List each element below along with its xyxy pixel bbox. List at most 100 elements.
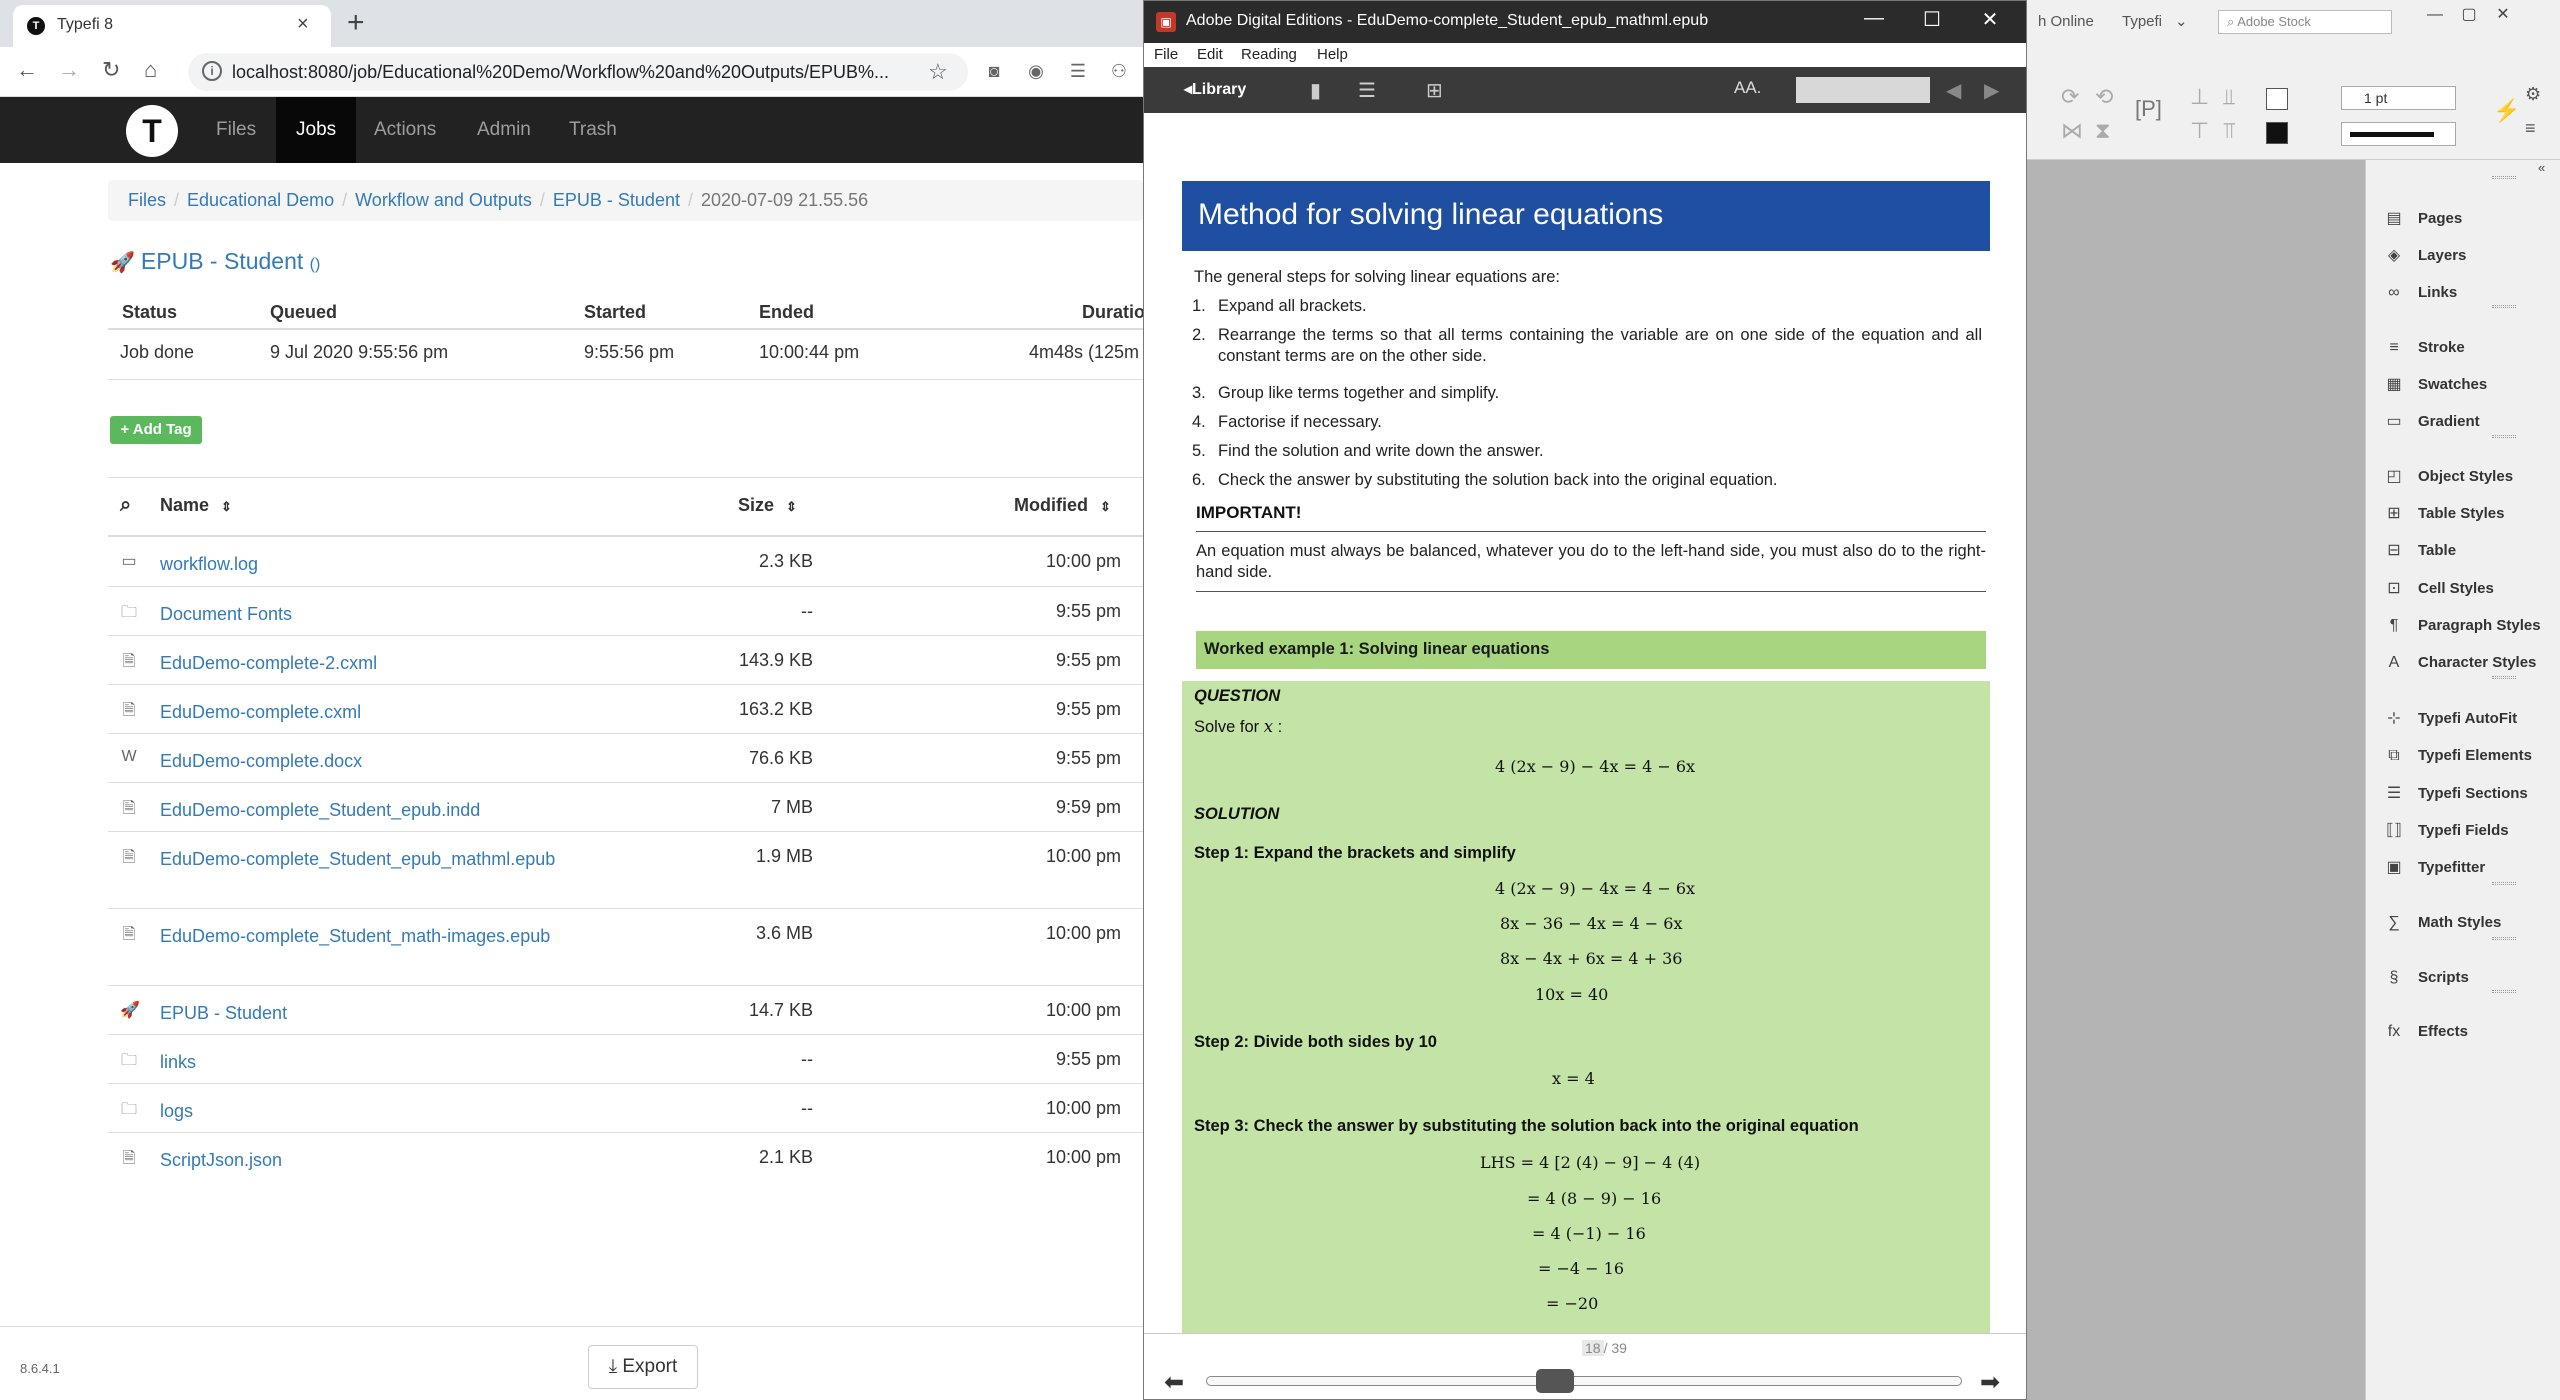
next-page-icon[interactable]: ➡ [1980, 1368, 2000, 1397]
file-name-link[interactable]: EPUB - Student [160, 1000, 680, 1027]
panel-layers[interactable]: ◈ Layers [2382, 241, 2557, 271]
panel-scripts[interactable]: § Scripts [2382, 963, 2557, 993]
file-name-link[interactable]: workflow.log [160, 551, 680, 578]
menu-icon[interactable]: ≡ [2525, 118, 2536, 139]
forward-icon[interactable]: → [58, 57, 80, 83]
search-icon[interactable]: ⌕ [120, 494, 131, 517]
breadcrumb-files[interactable]: Files [128, 190, 166, 210]
restore-icon[interactable]: ▢ [2455, 4, 2483, 26]
toc-list-icon[interactable]: ☰ [1358, 78, 1376, 103]
flip-icon[interactable]: ⋈ [2061, 118, 2083, 144]
file-name-link[interactable]: ScriptJson.json [160, 1147, 680, 1174]
back-icon[interactable]: ← [16, 57, 38, 83]
panel-stroke[interactable]: ≡ Stroke [2382, 333, 2557, 363]
typefi-logo[interactable]: T [126, 105, 178, 157]
breadcrumb-epub-student[interactable]: EPUB - Student [553, 190, 680, 210]
minimize-icon[interactable]: — [2421, 4, 2449, 26]
indesign-online-label[interactable]: h Online [2038, 13, 2094, 30]
rotate-icon[interactable]: ⟳ [2061, 84, 2079, 110]
panel-typefi-elements[interactable]: ⧉ Typefi Elements [2382, 741, 2557, 771]
text-frame-icon[interactable]: [P] [2135, 96, 2162, 122]
menu-help[interactable]: Help [1317, 46, 1348, 63]
home-icon[interactable]: ⌂ [144, 57, 157, 83]
maximize-icon[interactable]: ☐ [1917, 7, 1947, 32]
adobe-stock-search[interactable]: ⌕ Adobe Stock [2218, 10, 2392, 34]
file-name-link[interactable]: EduDemo-complete.cxml [160, 699, 680, 726]
ade-search-input[interactable] [1796, 77, 1930, 103]
file-name-link[interactable]: Document Fonts [160, 601, 680, 628]
panel-character-styles[interactable]: A Character Styles [2382, 648, 2557, 678]
url-field[interactable]: i localhost:8080/job/Educational%20Demo/… [188, 53, 968, 91]
nav-files[interactable]: Files [196, 97, 276, 163]
panel-typefitter[interactable]: ▣ Typefitter [2382, 853, 2557, 883]
table-row[interactable]: 🗎 ScriptJson.json 2.1 KB 10:00 pm [108, 1133, 1143, 1183]
align-bottom-icon[interactable]: ⊤ [2190, 118, 2209, 144]
distribute-bottom-icon[interactable]: ⫪ [2223, 118, 2235, 144]
gear-icon[interactable]: ⚙ [2525, 84, 2541, 105]
hourglass-icon[interactable]: ⧗ [2095, 118, 2110, 144]
panel-pages[interactable]: ▤ Pages [2382, 204, 2557, 234]
page-slider-track[interactable] [1206, 1376, 1962, 1386]
stroke-black-swatch[interactable] [2266, 122, 2288, 144]
search-prev-icon[interactable]: ◀ [1946, 78, 1961, 103]
search-next-icon[interactable]: ▶ [1984, 78, 1999, 103]
reader-extension-icon[interactable]: ☰ [1067, 61, 1089, 81]
rotate-ccw-icon[interactable]: ⟲ [2095, 84, 2113, 110]
stroke-weight-field[interactable]: 1 pt [2341, 86, 2456, 110]
bookmark-icon[interactable]: ▮ [1310, 78, 1321, 103]
nav-trash[interactable]: Trash [549, 97, 637, 163]
file-name-link[interactable]: EduDemo-complete_Student_math-images.epu… [160, 923, 572, 950]
file-name-link[interactable]: logs [160, 1098, 680, 1125]
star-icon[interactable]: ☆ [928, 59, 948, 85]
close-icon[interactable]: ✕ [2489, 4, 2517, 26]
collapse-panels-icon[interactable]: « [2538, 160, 2545, 175]
table-row[interactable]: 🗀 Document Fonts -- 9:55 pm [108, 587, 1143, 636]
panel-typefi-autofit[interactable]: ⊹ Typefi AutoFit [2382, 704, 2557, 734]
fill-none-swatch[interactable] [2266, 88, 2288, 110]
chevron-down-icon[interactable]: ⌄ [2175, 12, 2188, 30]
shield-extension-icon[interactable]: ◉ [1025, 61, 1047, 81]
close-icon[interactable]: ✕ [1975, 7, 2005, 32]
file-name-link[interactable]: EduDemo-complete.docx [160, 748, 680, 775]
file-name-link[interactable]: EduDemo-complete_Student_epub.indd [160, 797, 680, 824]
font-size-icon[interactable]: AA. [1734, 78, 1761, 98]
table-row[interactable]: W EduDemo-complete.docx 76.6 KB 9:55 pm [108, 734, 1143, 783]
panel-gradient[interactable]: ▭ Gradient [2382, 407, 2557, 437]
modified-header[interactable]: Modified ⇕ [1014, 495, 1111, 516]
nav-actions[interactable]: Actions [354, 97, 456, 163]
indesign-typefi-menu[interactable]: Typefi [2122, 13, 2162, 30]
browser-tab[interactable]: T Typefi 8 × [13, 5, 331, 47]
panel-object-styles[interactable]: ◰ Object Styles [2382, 462, 2557, 492]
stroke-type-select[interactable] [2341, 122, 2456, 146]
menu-edit[interactable]: Edit [1197, 46, 1223, 63]
breadcrumb-educational-demo[interactable]: Educational Demo [187, 190, 334, 210]
panel-swatches[interactable]: ▦ Swatches [2382, 370, 2557, 400]
camera-extension-icon[interactable]: ◙ [983, 61, 1005, 81]
add-tag-button[interactable]: + Add Tag [110, 416, 202, 444]
table-row[interactable]: 🗎 EduDemo-complete_Student_math-images.e… [108, 909, 1143, 986]
panel-typefi-fields[interactable]: ⟦⟧ Typefi Fields [2382, 816, 2557, 846]
distribute-icon[interactable]: ⫫ [2223, 84, 2235, 110]
panel-links[interactable]: ∞ Links [2382, 278, 2557, 308]
panel-table-styles[interactable]: ⊞ Table Styles [2382, 499, 2557, 529]
table-row[interactable]: ▭ workflow.log 2.3 KB 10:00 pm [108, 537, 1143, 587]
breadcrumb-workflow[interactable]: Workflow and Outputs [355, 190, 532, 210]
panel-math-styles[interactable]: ∑ Math Styles [2382, 908, 2557, 938]
panel-cell-styles[interactable]: ⊡ Cell Styles [2382, 574, 2557, 604]
new-tab-icon[interactable]: + [347, 6, 365, 40]
size-header[interactable]: Size ⇕ [738, 495, 797, 516]
lightning-icon[interactable]: ⚡ [2493, 98, 2520, 124]
nav-jobs[interactable]: Jobs [276, 97, 357, 163]
page-slider-thumb[interactable] [1536, 1369, 1575, 1393]
users-extension-icon[interactable]: ⚇ [1108, 61, 1130, 81]
table-row[interactable]: 🗎 EduDemo-complete-2.cxml 143.9 KB 9:55 … [108, 636, 1143, 685]
export-button[interactable]: ⤓ Export [588, 1345, 698, 1389]
minimize-icon[interactable]: — [1859, 7, 1889, 30]
panel-effects[interactable]: fx Effects [2382, 1017, 2557, 1047]
table-row[interactable]: 🗀 logs -- 10:00 pm [108, 1084, 1143, 1133]
panel-paragraph-styles[interactable]: ¶ Paragraph Styles [2382, 611, 2557, 641]
library-button[interactable]: ◂Library [1184, 79, 1246, 99]
reload-icon[interactable]: ↻ [102, 57, 120, 83]
nav-admin[interactable]: Admin [457, 97, 551, 163]
file-name-link[interactable]: links [160, 1049, 680, 1076]
